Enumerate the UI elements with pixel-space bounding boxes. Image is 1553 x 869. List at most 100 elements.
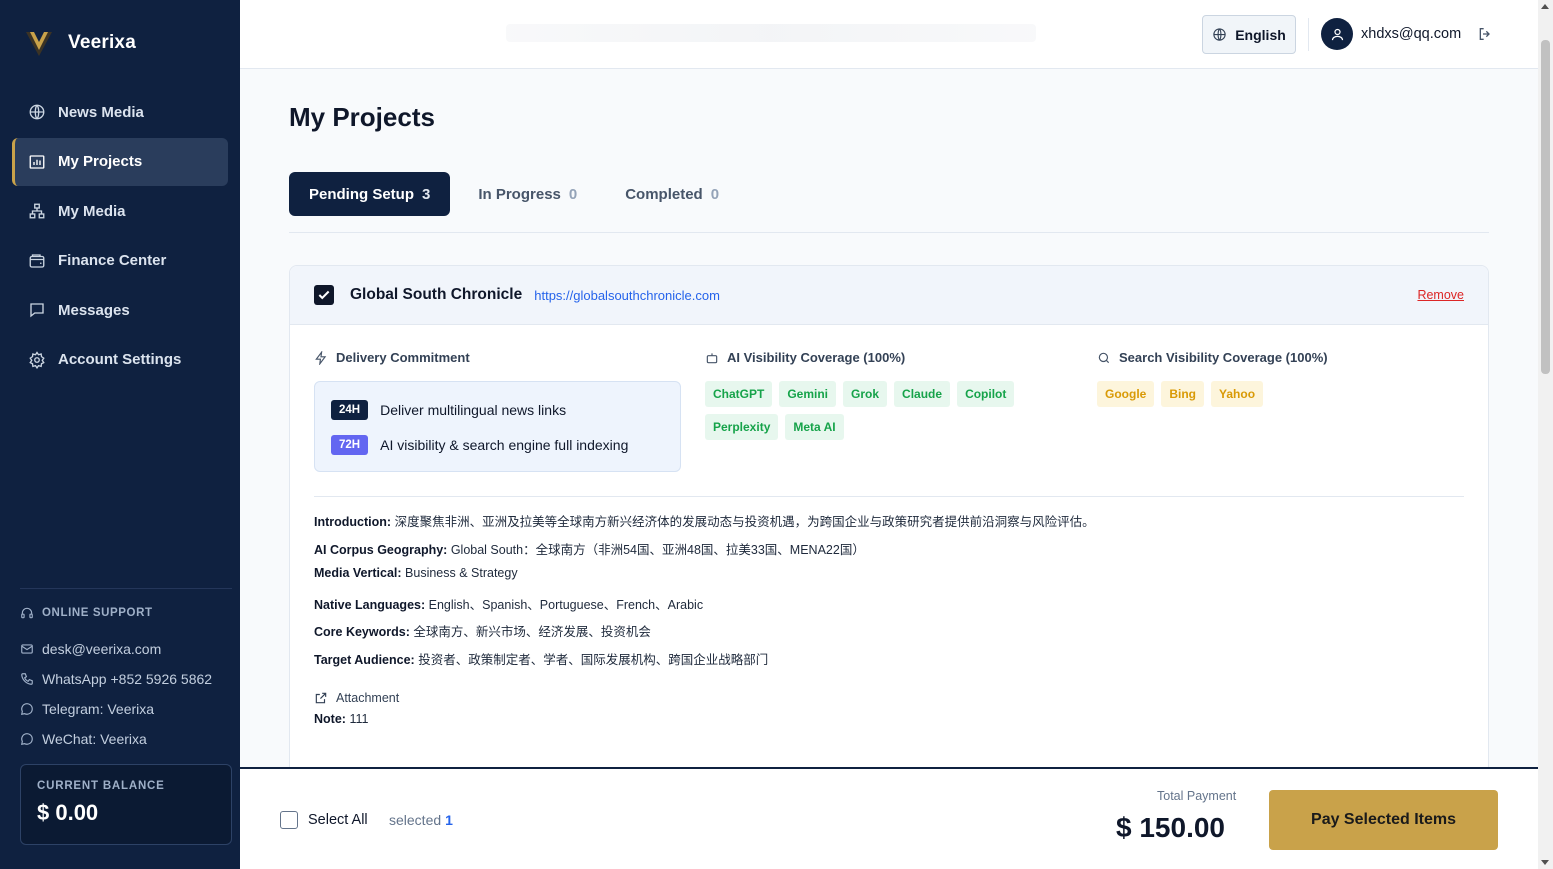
select-all-checkbox[interactable]: [280, 811, 298, 829]
balance-label: CURRENT BALANCE: [37, 780, 165, 792]
language-button[interactable]: English: [1202, 15, 1296, 54]
sidebar-item-label: My Projects: [58, 153, 143, 171]
detail-note: Note: 111: [314, 712, 369, 726]
user-menu[interactable]: xhdxs@qq.com: [1321, 18, 1493, 50]
selected-count-value: 1: [445, 812, 453, 828]
page-title: My Projects: [289, 102, 435, 132]
logout-icon[interactable]: [1477, 26, 1493, 42]
top-bar: English xhdxs@qq.com: [240, 0, 1538, 69]
globe-icon: [1213, 28, 1226, 41]
delivery-row: 24H Deliver multilingual news links: [331, 392, 664, 427]
delivery-badge-24h: 24H: [331, 399, 369, 420]
support-telegram[interactable]: Telegram: Veerixa: [20, 694, 232, 724]
support-email[interactable]: desk@veerixa.com: [20, 634, 232, 664]
remove-link[interactable]: Remove: [1417, 288, 1464, 302]
tab-in-progress[interactable]: In Progress 0: [458, 172, 597, 216]
tab-count: 0: [710, 185, 720, 203]
wallet-icon: [29, 254, 45, 268]
sidebar-item-label: News Media: [58, 103, 144, 121]
chip-claude: Claude: [894, 381, 951, 407]
ai-visibility-section: AI Visibility Coverage (100%) ChatGPT Ge…: [705, 350, 1085, 440]
tab-pending-setup[interactable]: Pending Setup 3: [289, 172, 451, 216]
project-checkbox[interactable]: [314, 285, 334, 305]
chip-perplexity: Perplexity: [705, 414, 779, 440]
chat-bubble-icon: [21, 733, 33, 745]
project-card-header: Global South Chronicle https://globalsou…: [290, 266, 1488, 325]
support-whatsapp[interactable]: WhatsApp +852 5926 5862: [20, 664, 232, 694]
network-icon: [29, 203, 45, 219]
payment-bar: Select All selected 1 Total Payment $ 150…: [240, 767, 1538, 869]
tab-count: 3: [422, 185, 431, 203]
faint-header-text: [506, 24, 1036, 42]
gear-icon: [29, 351, 45, 369]
support-title: ONLINE SUPPORT: [20, 606, 232, 620]
online-support: ONLINE SUPPORT desk@veerixa.com WhatsApp…: [20, 606, 232, 754]
delivery-row: 72H AI visibility & search engine full i…: [331, 427, 664, 462]
chip-meta-ai: Meta AI: [785, 414, 844, 440]
chip-yahoo: Yahoo: [1211, 381, 1264, 407]
chip-copilot: Copilot: [957, 381, 1015, 407]
globe-icon: [29, 104, 45, 120]
tab-count: 0: [568, 185, 578, 203]
support-divider: [20, 588, 232, 589]
search-visibility-title: Search Visibility Coverage (100%): [1097, 350, 1457, 365]
balance-value: $ 0.00: [37, 800, 99, 825]
sidebar-item-label: Messages: [58, 301, 130, 319]
support-wechat[interactable]: WeChat: Veerixa: [20, 724, 232, 754]
sidebar-item-finance-center[interactable]: Finance Center: [12, 237, 228, 285]
tab-completed[interactable]: Completed 0: [605, 172, 739, 216]
headset-icon: [21, 607, 33, 619]
user-icon: [1331, 28, 1343, 40]
project-name: Global South Chronicle: [350, 286, 523, 303]
veerixa-logo-icon: [26, 32, 52, 56]
chip-chatgpt: ChatGPT: [705, 381, 773, 407]
chip-google: Google: [1097, 381, 1155, 407]
scroll-thumb[interactable]: [1541, 40, 1550, 374]
current-balance-card: CURRENT BALANCE $ 0.00: [20, 764, 232, 845]
search-visibility-section: Search Visibility Coverage (100%) Google…: [1097, 350, 1457, 407]
sidebar-item-messages[interactable]: Messages: [12, 286, 228, 334]
attachment-link[interactable]: Attachment: [314, 684, 1464, 712]
scroll-down-arrow[interactable]: [1541, 860, 1549, 865]
search-icon: [1098, 352, 1110, 363]
chip-grok: Grok: [843, 381, 888, 407]
lightning-icon: [315, 350, 327, 365]
detail-ai-corpus-geography: AI Corpus Geography: Global South：全球南方（非…: [314, 542, 865, 557]
detail-core-keywords: Core Keywords: 全球南方、新兴市场、经济发展、投资机会: [314, 625, 651, 639]
select-all-label: Select All: [308, 812, 368, 828]
sidebar-item-my-media[interactable]: My Media: [12, 187, 228, 235]
external-link-icon: [315, 692, 327, 704]
mail-icon: [21, 644, 33, 654]
delivery-commitment-section: Delivery Commitment 24H Deliver multilin…: [314, 350, 681, 472]
message-icon: [30, 303, 44, 318]
project-url-link[interactable]: https://globalsouthchronicle.com: [534, 288, 720, 303]
delivery-badge-72h: 72H: [331, 434, 369, 455]
page-scrollbar[interactable]: [1538, 0, 1553, 869]
scroll-up-arrow[interactable]: [1541, 4, 1549, 9]
ai-chip-list: ChatGPT Gemini Grok Claude Copilot Perpl…: [705, 381, 1085, 440]
sidebar-item-account-settings[interactable]: Account Settings: [12, 336, 228, 384]
selected-count: selected 1: [389, 812, 453, 828]
robot-icon: [706, 352, 718, 363]
chip-gemini: Gemini: [779, 381, 837, 407]
sidebar-item-my-projects[interactable]: My Projects: [12, 137, 228, 186]
brand[interactable]: Veerixa: [24, 28, 136, 58]
total-payment-value: $ 150.00: [1116, 812, 1225, 843]
detail-media-vertical: Media Vertical: Business & Strategy: [314, 566, 518, 580]
user-email: xhdxs@qq.com: [1361, 26, 1462, 42]
ai-visibility-title: AI Visibility Coverage (100%): [705, 350, 1085, 365]
sidebar: Veerixa News Media My Projects My Media …: [0, 0, 240, 869]
chart-icon: [29, 154, 45, 169]
search-chip-list: Google Bing Yahoo: [1097, 381, 1477, 407]
pay-selected-button[interactable]: Pay Selected Items: [1269, 790, 1498, 850]
delivery-title: Delivery Commitment: [314, 350, 681, 365]
chip-bing: Bing: [1161, 381, 1205, 407]
sidebar-item-news-media[interactable]: News Media: [12, 88, 228, 136]
project-details: Introduction: 深度聚焦非洲、亚洲及拉美等全球南方新兴经济体的发展动…: [314, 496, 1464, 740]
avatar[interactable]: [1321, 18, 1353, 50]
select-all[interactable]: Select All: [280, 811, 368, 829]
chat-bubble-icon: [21, 703, 33, 715]
project-tabs: Pending Setup 3 In Progress 0 Completed …: [289, 172, 1489, 233]
detail-native-languages: Native Languages: English、Spanish、Portug…: [314, 597, 704, 612]
brand-name: Veerixa: [68, 32, 136, 53]
